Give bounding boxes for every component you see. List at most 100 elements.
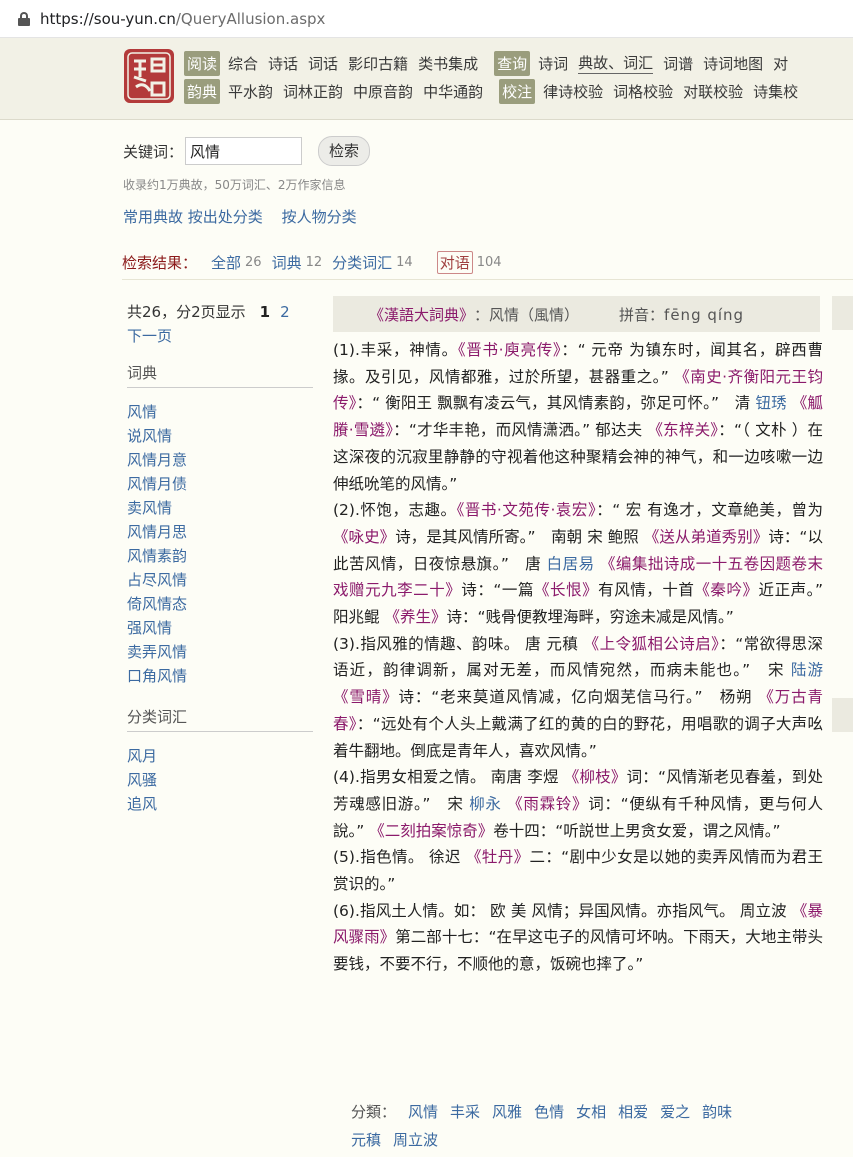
dict-list-item[interactable]: 说风情 <box>127 424 315 448</box>
sense-text: (3).指风雅的情趣、韵味。 唐 元稹 <box>333 634 584 653</box>
result-tabs: 检索结果： 全部 26 词典 12 分类词汇 14 对语 104 <box>122 251 853 280</box>
author-link[interactable]: 柳永 <box>469 795 501 813</box>
dict-list-item[interactable]: 风情素韵 <box>127 544 315 568</box>
nav-item-shiji-check[interactable]: 诗集校 <box>753 81 798 102</box>
tab-dictionary[interactable]: 词典 <box>272 252 302 273</box>
quote-text: ：“远处有个人头上戴满了红的黄的白的野花，用唱歌的调子大声吆着牛翻地。倒底是青年… <box>333 714 823 760</box>
book-link[interactable]: 《雪晴》 <box>333 688 399 706</box>
nav-item-cipu[interactable]: 词谱 <box>663 53 693 74</box>
book-link[interactable]: 《晋书·文苑传·袁宏》 <box>457 501 597 519</box>
right-edge-panel <box>832 296 853 330</box>
browse-links: 常用典故 按出处分类 按人物分类 <box>123 206 371 227</box>
browse-by-source-link[interactable]: 常用典故 按出处分类 <box>123 208 263 226</box>
dict-list-item[interactable]: 卖弄风情 <box>127 640 315 664</box>
nav-item-shihua[interactable]: 诗话 <box>268 53 298 74</box>
nav-item-lushi-check[interactable]: 律诗校验 <box>543 81 603 102</box>
quote-text: ：“ 宏 有逸才，文章絶美，曾为 <box>596 501 823 520</box>
tab-all[interactable]: 全部 <box>211 252 241 273</box>
nav-item-duilian-check[interactable]: 对联校验 <box>683 81 743 102</box>
dict-list-item[interactable]: 风情月债 <box>127 472 315 496</box>
nav-item-general[interactable]: 综合 <box>228 53 258 74</box>
dict-list-item[interactable]: 占尽风情 <box>127 568 315 592</box>
nav-tag-read[interactable]: 阅读 <box>184 50 221 76</box>
category-tag-link[interactable]: 相爱 <box>618 1103 648 1121</box>
category-tag-link[interactable]: 色情 <box>534 1103 564 1121</box>
nav-tag-rhyme[interactable]: 韵典 <box>184 78 221 104</box>
category-tag-link[interactable]: 丰采 <box>450 1103 480 1121</box>
browse-by-person-link[interactable]: 按人物分类 <box>282 208 357 226</box>
sidebar: 共26，分2页显示 1 2 下一页 词典 风情 说风情 风情月意 风情月债 卖风情 风情月思风… <box>127 300 315 816</box>
book-link[interactable]: 《晋书·庾亮传》 <box>458 341 562 359</box>
author-link[interactable]: 钮琇 <box>755 394 786 412</box>
quote-text: 诗：“贱骨便教埋海畔，穷途未减是风情。” <box>446 608 734 627</box>
address-bar[interactable]: https://sou-yun.cn/QueryAllusion.aspx <box>0 0 853 38</box>
category-list-item[interactable]: 追风 <box>127 792 315 816</box>
tab-couplets[interactable]: 对语 <box>436 251 473 274</box>
nav-tag-query[interactable]: 查询 <box>494 50 531 76</box>
keyword-input[interactable] <box>185 137 303 165</box>
nav-item-ancient-books[interactable]: 影印古籍 <box>348 53 408 74</box>
nav-item-zhongyuan[interactable]: 中原音韵 <box>353 81 413 102</box>
dict-list-item[interactable]: 口角风情 <box>127 664 315 688</box>
nav-item-poetry-map[interactable]: 诗词地图 <box>703 53 763 74</box>
book-link[interactable]: 《牡丹》 <box>466 848 529 866</box>
nav-item-poems[interactable]: 诗词 <box>538 53 568 74</box>
book-link[interactable]: 《二刻拍案惊奇》 <box>369 822 493 840</box>
tab-categories[interactable]: 分类词汇 <box>332 252 392 273</box>
next-page-link[interactable]: 下一页 <box>127 324 315 348</box>
category-section-heading: 分类词汇 <box>127 706 313 732</box>
sense-5: (5).指色情。 徐迟 《牡丹》二：“剧中少女是以她的卖弄风情而为君王赏识的。” <box>333 844 823 897</box>
dict-list-item[interactable]: 风情月意 <box>127 448 315 472</box>
book-link[interactable]: 《雨霖铃》 <box>502 795 588 813</box>
pager: 共26，分2页显示 1 2 下一页 <box>127 300 315 348</box>
url-text[interactable]: https://sou-yun.cn/QueryAllusion.aspx <box>40 10 325 28</box>
dict-list-item[interactable]: 风情月思 <box>127 520 315 544</box>
nav-item-cihua[interactable]: 词话 <box>308 53 338 74</box>
dict-list-item[interactable]: 倚风情态 <box>127 592 315 616</box>
nav-tag-annotate[interactable]: 校注 <box>499 78 536 104</box>
quote-text: 诗，是其风情所寄。” 南朝 宋 鲍照 <box>395 527 644 546</box>
nav-item-pingshui[interactable]: 平水韵 <box>228 81 273 102</box>
book-link[interactable]: 《养生》 <box>384 608 446 626</box>
dict-list-item[interactable]: 风情 <box>127 400 315 424</box>
lock-icon[interactable] <box>18 11 30 26</box>
entry-source-book[interactable]: 《漢語大詞典》 <box>369 304 474 325</box>
dict-list-item[interactable]: 强风情 <box>127 616 315 640</box>
nav-item-cige-check[interactable]: 词格校验 <box>613 81 673 102</box>
category-tag-link[interactable]: 韵味 <box>702 1103 732 1121</box>
category-tag-link[interactable]: 风情 <box>408 1103 438 1121</box>
site-logo-seal-icon[interactable] <box>122 47 176 105</box>
nav-item-cilin[interactable]: 词林正韵 <box>283 81 343 102</box>
category-list: 风月 风骚 追风 <box>127 744 315 816</box>
category-list-item[interactable]: 风月 <box>127 744 315 768</box>
book-link[interactable]: 《长恨》 <box>534 581 598 599</box>
url-path: /QueryAllusion.aspx <box>175 9 326 28</box>
book-link[interactable]: 《上令狐相公诗启》 <box>584 635 720 653</box>
book-link[interactable]: 《咏史》 <box>333 528 395 546</box>
sense-text: (4).指男女相爱之情。 南唐 李煜 <box>333 768 564 787</box>
book-link[interactable]: 《送从弟道秀别》 <box>644 528 768 546</box>
author-link[interactable]: 陆游 <box>791 661 823 679</box>
search-form: 关键词： 检索 <box>123 136 371 166</box>
category-tag-link[interactable]: 女相 <box>576 1103 606 1121</box>
dict-list-item[interactable]: 卖风情 <box>127 496 315 520</box>
category-tag-link[interactable]: 元稹 <box>351 1131 381 1149</box>
page-2-link[interactable]: 2 <box>280 303 290 321</box>
book-link[interactable]: 《东梓关》 <box>647 421 718 439</box>
book-link[interactable]: 《秦吟》 <box>694 581 758 599</box>
nav-row-2: 韵典 平水韵 词林正韵 中原音韵 中华通韵 校注 律诗校验 词格校验 对联校验 … <box>184 78 808 104</box>
category-list-item[interactable]: 风骚 <box>127 768 315 792</box>
category-tag-link[interactable]: 风雅 <box>492 1103 522 1121</box>
search-button[interactable]: 检索 <box>318 136 371 166</box>
nav-item-truncated[interactable]: 对 <box>773 53 788 74</box>
author-link[interactable]: 白居易 <box>547 555 595 573</box>
nav-item-zhonghua[interactable]: 中华通韵 <box>423 81 483 102</box>
quote-text: ：“才华丰艳，而风情潇洒。” 郁达夫 <box>393 421 648 440</box>
category-tag-link[interactable]: 爱之 <box>660 1103 690 1121</box>
entry-word: ：风情（風情） <box>474 305 580 324</box>
sense-1: (1).丰采，神情。《晋书·庾亮传》：“ 元帝 为镇东时，闻其名，辟西曹掾。及引… <box>333 337 823 497</box>
nav-item-allusion[interactable]: 典故、词汇 <box>578 52 654 74</box>
nav-item-leishu[interactable]: 类书集成 <box>418 53 478 74</box>
book-link[interactable]: 《柳枝》 <box>564 768 627 786</box>
category-tag-link[interactable]: 周立波 <box>393 1131 438 1149</box>
